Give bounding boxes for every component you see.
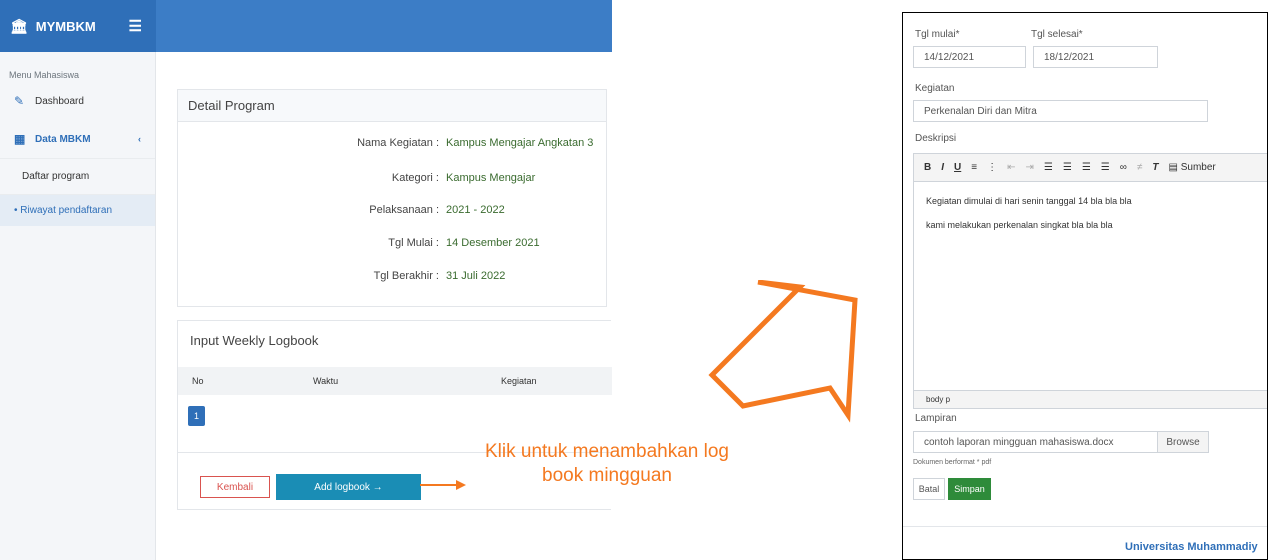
outdent-icon[interactable]: ⇤ [1007, 162, 1015, 173]
align-right-icon[interactable]: ☰ [1082, 162, 1091, 173]
column-header: Waktu [313, 376, 339, 386]
align-center-icon[interactable]: ☰ [1063, 162, 1072, 173]
detail-value: Kampus Mengajar [446, 172, 536, 184]
institution-icon: 🏛 [10, 17, 28, 34]
detail-label: Nama Kegiatan : [357, 137, 439, 149]
chevron-left-icon: ‹ [138, 134, 141, 144]
unlink-icon[interactable]: ≠ [1137, 162, 1143, 173]
editor-paragraph: Kegiatan dimulai di hari senin tanggal 1… [926, 196, 1132, 206]
annotation-text: Klik untuk menambahkan log book mingguan [432, 440, 782, 488]
underline-icon[interactable]: U [954, 162, 961, 173]
end-date-label: Tgl selesai* [1031, 29, 1083, 40]
logbook-form-screenshot: Tgl mulai* Tgl selesai* 14/12/2021 18/12… [902, 12, 1268, 560]
clear-format-icon[interactable]: T [1152, 162, 1158, 173]
table-icon: ▦ [14, 131, 26, 146]
detail-value: Kampus Mengajar Angkatan 3 [446, 137, 594, 149]
card-title: Input Weekly Logbook [190, 333, 319, 348]
link-icon[interactable]: ∞ [1120, 162, 1127, 173]
start-date-input[interactable]: 14/12/2021 [913, 46, 1026, 68]
edit-icon: ✎ [14, 93, 25, 108]
large-arrow-icon [708, 280, 858, 423]
detail-value: 31 Juli 2022 [446, 270, 506, 282]
align-left-icon[interactable]: ☰ [1044, 162, 1053, 173]
back-button[interactable]: Kembali [200, 476, 270, 498]
editor-content[interactable]: Kegiatan dimulai di hari senin tanggal 1… [914, 182, 1267, 258]
attachment-input[interactable]: contoh laporan mingguan mahasiswa.docx [913, 431, 1158, 453]
card-title: Detail Program [178, 90, 606, 122]
activity-input[interactable]: Perkenalan Diri dan Mitra [913, 100, 1208, 122]
table-header: No Waktu Kegiatan [178, 367, 612, 395]
sidebar-item-label: Data MBKM [35, 133, 91, 145]
detail-value: 2021 - 2022 [446, 204, 505, 216]
numbered-list-icon[interactable]: ≡ [971, 162, 977, 173]
sidebar-item-daftar-program[interactable]: Daftar program [0, 158, 155, 194]
annotation-line: book mingguan [542, 465, 672, 486]
bold-icon[interactable]: B [924, 162, 931, 173]
sidebar-item-label: • Riwayat pendaftaran [14, 205, 113, 216]
editor-toolbar: B I U ≡ ⋮ ⇤ ⇥ ☰ ☰ ☰ ☰ ∞ ≠ T ▤ Sumber [914, 154, 1267, 182]
attachment-label: Lampiran [915, 413, 957, 424]
source-label: Sumber [1180, 162, 1216, 173]
sidebar-item-dashboard[interactable]: ✎ Dashboard [0, 86, 155, 116]
start-date-label: Tgl mulai* [915, 29, 960, 40]
cancel-button[interactable]: Batal [913, 478, 945, 500]
source-button[interactable]: ▤ Sumber [1169, 162, 1226, 173]
browse-button[interactable]: Browse [1157, 431, 1209, 453]
detail-value: 14 Desember 2021 [446, 237, 540, 249]
editor-paragraph: kami melakukan perkenalan singkat bla bl… [926, 220, 1113, 230]
sidebar-item-label: Dashboard [35, 95, 84, 107]
sidebar-header: Menu Mahasiswa [9, 70, 80, 80]
sidebar-item-label: Daftar program [22, 171, 90, 182]
column-header: Kegiatan [501, 376, 537, 386]
annotation-line: Klik untuk menambahkan log [485, 441, 729, 462]
italic-icon[interactable]: I [941, 162, 944, 173]
footer-text: Universitas Muhammadiy [1125, 541, 1258, 553]
detail-label: Kategori : [391, 172, 439, 184]
brand-title: MYMBKM [35, 18, 96, 34]
indent-icon[interactable]: ⇥ [1025, 162, 1033, 173]
bullet-list-icon[interactable]: ⋮ [987, 162, 997, 173]
description-label: Deskripsi [915, 133, 957, 144]
sidebar-item-data-mbkm[interactable]: ▦ Data MBKM ‹ [0, 124, 155, 154]
divider [903, 526, 1267, 527]
add-logbook-button[interactable]: Add logbook → [276, 474, 421, 500]
editor-element-path: body p [914, 390, 1267, 408]
column-header: No [192, 376, 204, 386]
justify-icon[interactable]: ☰ [1101, 162, 1110, 173]
brand-bar: 🏛 MYMBKM ☰ [0, 0, 156, 52]
detail-program-card: Detail Program Nama Kegiatan : Kampus Me… [177, 89, 607, 307]
detail-label: Pelaksanaan : [369, 204, 439, 216]
end-date-input[interactable]: 18/12/2021 [1033, 46, 1158, 68]
attachment-hint: Dokumen berformat * pdf [913, 459, 992, 466]
activity-label: Kegiatan [915, 83, 955, 94]
detail-label: Tgl Mulai : [388, 237, 439, 249]
sidebar-item-riwayat-pendaftaran[interactable]: • Riwayat pendaftaran [0, 194, 155, 226]
hamburger-menu-icon[interactable]: ☰ [129, 17, 142, 35]
detail-label: Tgl Berakhir : [373, 270, 439, 282]
sidebar: Menu Mahasiswa ✎ Dashboard ▦ Data MBKM ‹… [0, 52, 156, 560]
save-button[interactable]: Simpan [948, 478, 991, 500]
pagination-page[interactable]: 1 [188, 406, 205, 426]
description-editor[interactable]: B I U ≡ ⋮ ⇤ ⇥ ☰ ☰ ☰ ☰ ∞ ≠ T ▤ Sumber Keg… [913, 153, 1267, 409]
